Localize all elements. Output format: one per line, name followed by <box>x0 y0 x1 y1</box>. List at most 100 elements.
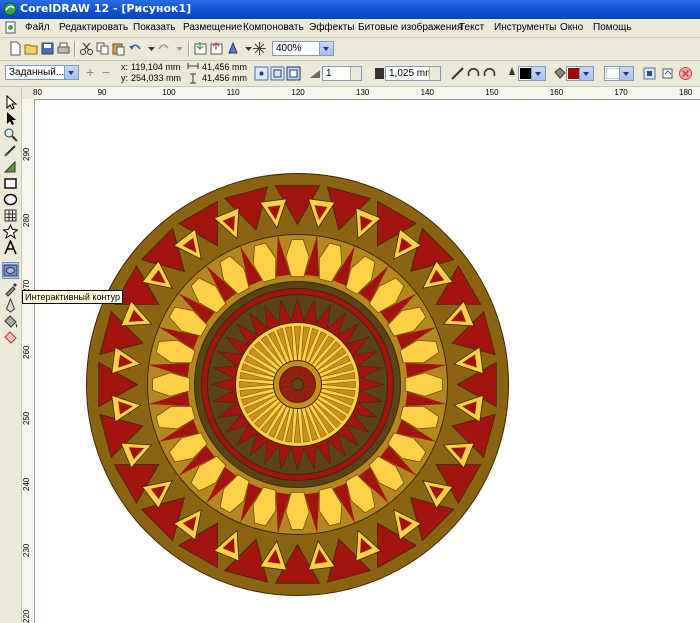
contour-steps-icon <box>310 70 320 78</box>
toolbar-separator <box>188 41 190 57</box>
object-width[interactable]: 41,456 mm <box>202 62 247 72</box>
chevron-down-icon[interactable] <box>531 67 545 80</box>
contour-offset-input[interactable]: 1,025 mm <box>385 66 441 81</box>
zoom-tool-icon[interactable] <box>3 127 18 142</box>
preset-value: Заданный... <box>9 67 65 78</box>
horizontal-ruler[interactable]: 80 90 100 110 120 130 140 150 160 170 180 <box>33 87 700 100</box>
interactive-contour-tool-icon[interactable] <box>2 262 19 279</box>
tool-tooltip: Интерактивный контур <box>22 290 124 304</box>
zoom-value: 400% <box>276 43 302 54</box>
v-ruler-label: 220 <box>22 609 31 623</box>
copy-icon[interactable] <box>95 41 110 56</box>
v-ruler-label: 230 <box>22 543 31 557</box>
toolbox <box>0 87 22 623</box>
application-launcher-icon[interactable] <box>226 41 241 56</box>
corel-online-icon[interactable] <box>252 41 267 56</box>
export-icon[interactable] <box>209 41 224 56</box>
menu-layout[interactable]: Размещение <box>183 22 242 33</box>
import-icon[interactable] <box>193 41 208 56</box>
object-height[interactable]: 41,456 mm <box>202 73 247 83</box>
outside-contour-icon[interactable] <box>286 66 301 81</box>
x-label: x: <box>121 62 129 72</box>
shape-tool-icon[interactable] <box>3 111 18 126</box>
fill-color-picker[interactable] <box>566 66 594 81</box>
toolbar-separator <box>74 41 76 57</box>
rectangle-tool-icon[interactable] <box>3 176 18 191</box>
offset-spinner[interactable] <box>429 67 440 80</box>
h-ruler-label: 80 <box>33 88 42 97</box>
menu-help[interactable]: Помощь <box>593 22 632 33</box>
h-ruler-label: 140 <box>420 88 434 97</box>
linear-contour-colors-icon[interactable] <box>450 66 465 81</box>
clear-contour-icon[interactable] <box>678 66 693 81</box>
menu-text[interactable]: Текст <box>459 22 484 33</box>
graph-paper-tool-icon[interactable] <box>3 208 18 223</box>
menu-tools[interactable]: Инструменты <box>494 22 556 33</box>
mandala-artwork[interactable] <box>85 172 510 597</box>
open-icon[interactable] <box>24 41 39 56</box>
document-icon[interactable] <box>4 21 17 34</box>
menu-bitmaps[interactable]: Битовые изображения <box>358 22 462 33</box>
eyedropper-tool-icon[interactable] <box>3 282 18 297</box>
pick-tool-icon[interactable] <box>3 95 18 110</box>
chevron-down-icon[interactable] <box>579 67 593 80</box>
redo-dropdown-icon[interactable] <box>172 41 187 56</box>
end-color-picker[interactable] <box>604 66 634 81</box>
x-position[interactable]: 119,104 mm <box>131 62 180 72</box>
freehand-tool-icon[interactable] <box>3 143 18 158</box>
menu-view[interactable]: Показать <box>133 22 176 33</box>
zoom-select[interactable]: 400% <box>272 41 334 56</box>
menu-window[interactable]: Окно <box>560 22 583 33</box>
fill-bucket-icon <box>554 67 566 79</box>
title-bar: CorelDRAW 12 - [Рисунок1] <box>0 0 700 19</box>
h-ruler-label: 160 <box>549 88 564 97</box>
h-ruler-label: 120 <box>291 88 305 97</box>
cut-icon[interactable] <box>79 41 94 56</box>
print-icon[interactable] <box>56 41 71 56</box>
steps-spinner[interactable] <box>350 67 361 80</box>
redo-icon[interactable] <box>156 41 171 56</box>
preset-select[interactable]: Заданный... <box>5 65 79 80</box>
contour-steps-input[interactable]: 1 <box>322 66 362 81</box>
v-ruler-label: 260 <box>22 345 31 359</box>
undo-icon[interactable] <box>128 41 143 56</box>
contour-steps-value: 1 <box>326 68 332 79</box>
chevron-down-icon[interactable] <box>619 67 633 80</box>
inside-contour-icon[interactable] <box>270 66 285 81</box>
interactive-fill-tool-icon[interactable] <box>3 330 18 345</box>
add-preset-icon[interactable]: + <box>86 64 94 80</box>
h-ruler-label: 180 <box>679 88 693 97</box>
coreldraw-app-icon[interactable] <box>3 2 17 16</box>
width-icon <box>187 63 199 69</box>
menu-bar: Файл Редактировать Показать Размещение К… <box>0 19 700 38</box>
vertical-ruler[interactable]: 290 280 270 260 250 240 230 220 <box>22 99 35 623</box>
y-position[interactable]: 254,033 mm <box>131 73 181 83</box>
freeze-contour-icon[interactable] <box>660 66 675 81</box>
h-ruler-label: 100 <box>162 88 176 97</box>
h-ruler-label: 170 <box>614 88 628 97</box>
menu-file[interactable]: Файл <box>25 22 50 33</box>
outline-color-picker[interactable] <box>518 66 546 81</box>
ellipse-tool-icon[interactable] <box>3 192 18 207</box>
clockwise-contour-colors-icon[interactable] <box>466 66 481 81</box>
chevron-down-icon[interactable] <box>64 66 78 79</box>
h-ruler-label: 90 <box>97 88 107 97</box>
paste-icon[interactable] <box>111 41 126 56</box>
menu-edit[interactable]: Редактировать <box>59 22 128 33</box>
menu-effects[interactable]: Эффекты <box>309 22 354 33</box>
outline-tool-icon[interactable] <box>3 298 18 313</box>
copy-contour-icon[interactable] <box>642 66 657 81</box>
h-ruler-label: 110 <box>226 88 240 97</box>
to-center-icon[interactable] <box>254 66 269 81</box>
basic-shapes-tool-icon[interactable] <box>3 224 18 239</box>
save-icon[interactable] <box>40 41 55 56</box>
text-tool-icon[interactable] <box>3 240 18 255</box>
counterclockwise-contour-colors-icon[interactable] <box>482 66 497 81</box>
remove-preset-icon[interactable]: − <box>102 64 110 80</box>
new-document-icon[interactable] <box>8 41 23 56</box>
smart-fill-tool-icon[interactable] <box>3 160 18 175</box>
fill-tool-icon[interactable] <box>3 314 18 329</box>
h-ruler-label: 130 <box>356 88 370 97</box>
menu-arrange[interactable]: Компоновать <box>243 22 304 33</box>
chevron-down-icon[interactable] <box>319 42 333 55</box>
